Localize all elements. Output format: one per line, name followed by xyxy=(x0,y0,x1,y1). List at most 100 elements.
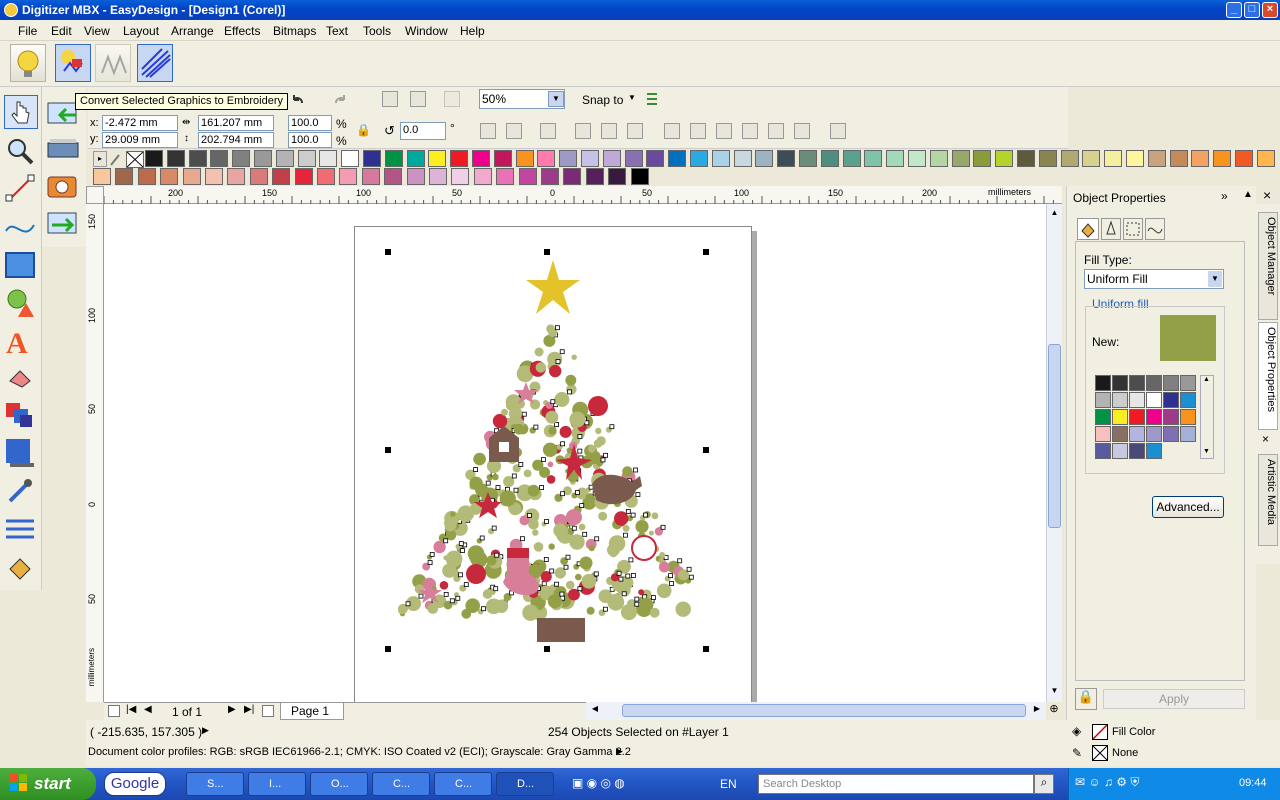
tree-dot[interactable] xyxy=(473,452,486,466)
color-swatch[interactable] xyxy=(886,150,905,167)
tree-dot[interactable] xyxy=(461,608,472,619)
horizontal-scrollbar[interactable]: ◀ ▶ xyxy=(586,702,1046,720)
color-swatch[interactable] xyxy=(515,150,534,167)
palette-scroll-icon[interactable]: ▸ xyxy=(93,151,107,167)
color-swatch[interactable] xyxy=(1126,150,1144,167)
tree-dot[interactable] xyxy=(559,425,572,438)
color-swatch[interactable] xyxy=(1169,150,1188,167)
next-page-icon[interactable]: ▶ xyxy=(228,704,236,715)
color-swatch[interactable] xyxy=(864,150,883,167)
color-swatch[interactable] xyxy=(733,150,752,167)
tree-dot[interactable] xyxy=(648,530,654,536)
color-swatch[interactable] xyxy=(254,150,272,167)
tree-dot[interactable] xyxy=(659,552,666,558)
stitch-fill-icon[interactable] xyxy=(137,44,173,82)
color-swatch[interactable] xyxy=(406,150,425,167)
tree-dot[interactable] xyxy=(532,529,539,536)
color-swatch[interactable] xyxy=(1213,150,1232,167)
options-icon[interactable] xyxy=(644,91,660,107)
color-swatch[interactable] xyxy=(1038,150,1057,167)
color-swatch[interactable] xyxy=(668,150,687,167)
simplify-icon[interactable] xyxy=(742,123,758,139)
color-swatch[interactable] xyxy=(1112,443,1128,459)
color-swatch[interactable] xyxy=(1163,375,1179,391)
menu-window[interactable]: Window xyxy=(405,24,448,38)
color-swatch[interactable] xyxy=(1163,392,1179,408)
x-position-input[interactable]: -2.472 mm xyxy=(102,115,178,131)
color-swatch[interactable] xyxy=(1146,426,1162,442)
close-button[interactable]: × xyxy=(1262,2,1278,18)
color-swatch[interactable] xyxy=(711,150,730,167)
color-swatch[interactable] xyxy=(93,168,111,185)
angle-input[interactable]: 0.0 xyxy=(400,122,446,140)
export-icon[interactable] xyxy=(410,91,426,107)
color-swatch[interactable] xyxy=(973,150,992,167)
tree-dot[interactable] xyxy=(445,550,463,568)
color-swatch[interactable] xyxy=(559,150,578,167)
eyedropper-palette-icon[interactable] xyxy=(109,151,123,167)
color-swatch[interactable] xyxy=(1256,150,1275,167)
color-swatch[interactable] xyxy=(799,150,817,167)
back-minus-front-icon[interactable] xyxy=(794,123,810,139)
color-swatch[interactable] xyxy=(1163,426,1179,442)
desktop-search-input[interactable]: Search Desktop xyxy=(758,774,1034,794)
tree-dot[interactable] xyxy=(547,461,554,468)
height-input[interactable]: 202.794 mm xyxy=(198,132,274,148)
color-swatch[interactable] xyxy=(1146,443,1162,459)
minimize-button[interactable]: _ xyxy=(1226,2,1242,18)
color-swatch[interactable] xyxy=(428,150,447,167)
docker-tab-object-manager[interactable]: Object Manager xyxy=(1258,212,1278,320)
tree-dot[interactable] xyxy=(535,362,546,373)
color-swatch[interactable] xyxy=(1112,409,1128,425)
color-swatch[interactable] xyxy=(115,168,134,185)
bauble-ornament[interactable] xyxy=(466,564,486,584)
tree-dot[interactable] xyxy=(492,473,499,481)
curve-tool-icon[interactable] xyxy=(4,213,38,247)
ellipse-polygon-tool-icon[interactable] xyxy=(4,287,38,321)
color-swatch[interactable] xyxy=(272,168,291,185)
scroll-left-icon[interactable]: ◀ xyxy=(588,704,602,718)
combine-icon[interactable] xyxy=(627,123,643,139)
tree-dot[interactable] xyxy=(542,442,558,457)
color-swatch[interactable] xyxy=(1082,150,1101,167)
tree-dot[interactable] xyxy=(534,347,544,357)
menu-arrange[interactable]: Arrange xyxy=(171,24,214,38)
tree-dot[interactable] xyxy=(588,544,595,552)
fill-shadow-tool-icon[interactable] xyxy=(4,437,38,471)
color-swatch[interactable] xyxy=(1146,375,1162,391)
color-swatch[interactable] xyxy=(1129,426,1145,442)
curve-tab-icon[interactable] xyxy=(1145,218,1165,240)
tree-dot[interactable] xyxy=(595,427,602,435)
color-swatch[interactable] xyxy=(518,168,537,185)
color-swatch[interactable] xyxy=(1112,426,1128,442)
quicklaunch-icons[interactable]: ▣ ◉ ◎ ◍ xyxy=(572,776,625,790)
swatch-scrollbar[interactable]: ▲ ▼ xyxy=(1200,375,1214,459)
menu-help[interactable]: Help xyxy=(460,24,485,38)
page-tab[interactable]: Page 1 xyxy=(280,703,344,720)
color-swatch[interactable] xyxy=(363,150,381,167)
menu-layout[interactable]: Layout xyxy=(123,24,159,38)
color-swatch[interactable] xyxy=(1191,150,1210,167)
color-swatch[interactable] xyxy=(1147,150,1166,167)
color-swatch[interactable] xyxy=(1095,375,1111,391)
docker-tab-object-properties[interactable]: Object Properties xyxy=(1258,322,1278,430)
color-swatch[interactable] xyxy=(145,150,163,167)
color-swatch[interactable] xyxy=(450,150,469,167)
color-swatch[interactable] xyxy=(1129,375,1145,391)
scroll-down-icon[interactable]: ▼ xyxy=(1048,686,1061,700)
trim-icon[interactable] xyxy=(690,123,706,139)
interactive-tool-icon[interactable] xyxy=(4,399,38,433)
taskbar-item[interactable]: I... xyxy=(248,772,306,796)
color-swatch[interactable] xyxy=(585,168,604,185)
tree-dot[interactable] xyxy=(565,509,582,526)
lock-icon[interactable]: 🔒 xyxy=(1075,688,1097,710)
tree-dot[interactable] xyxy=(658,561,670,573)
prev-page-icon[interactable]: ◀ xyxy=(144,704,152,715)
tree-trunk[interactable] xyxy=(537,618,585,642)
tree-dot[interactable] xyxy=(523,469,532,478)
docker-tab-artistic-media[interactable]: Artistic Media xyxy=(1258,454,1278,546)
zoom-tool-icon[interactable] xyxy=(4,135,38,169)
tree-dot[interactable] xyxy=(607,593,625,611)
color-swatch[interactable] xyxy=(1235,150,1253,167)
tree-dot[interactable] xyxy=(575,573,582,581)
